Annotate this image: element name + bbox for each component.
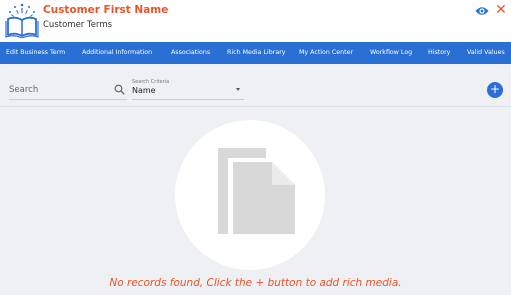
empty-state-message: No records found, Click the + button to … (109, 277, 402, 289)
page-title: Customer First Name (43, 4, 169, 16)
tab-edit-business-term[interactable]: Edit Business Term (6, 49, 65, 56)
search-icon[interactable] (114, 84, 125, 95)
search-criteria-underline (132, 99, 244, 100)
search-input[interactable] (9, 83, 109, 97)
tab-valid-values[interactable]: Valid Values (467, 49, 505, 56)
search-criteria-select[interactable]: Search Criteria Name (132, 79, 244, 99)
tab-workflow-log[interactable]: Workflow Log (370, 49, 412, 56)
search-underline (9, 99, 127, 100)
document-icon (218, 148, 295, 234)
search-box (9, 83, 129, 97)
tab-my-action-center[interactable]: My Action Center (299, 49, 353, 56)
search-criteria-value: Name (132, 86, 156, 95)
chevron-down-icon (236, 88, 240, 91)
add-rich-media-button[interactable]: + (487, 82, 503, 98)
tab-history[interactable]: History (428, 49, 450, 56)
eye-icon[interactable] (475, 5, 489, 17)
book-logo-icon (5, 3, 39, 38)
search-criteria-label: Search Criteria (132, 79, 170, 85)
app-header: Customer First Name Customer Terms ✕ (0, 0, 511, 42)
toolbar-divider (0, 106, 511, 107)
close-icon[interactable]: ✕ (494, 3, 508, 17)
tab-rich-media-library[interactable]: Rich Media Library (227, 49, 286, 56)
tab-bar: Edit Business Term Additional Informatio… (0, 42, 511, 64)
page-subtitle: Customer Terms (43, 20, 113, 30)
tab-associations[interactable]: Associations (171, 49, 210, 56)
tab-additional-information[interactable]: Additional Information (82, 49, 152, 56)
